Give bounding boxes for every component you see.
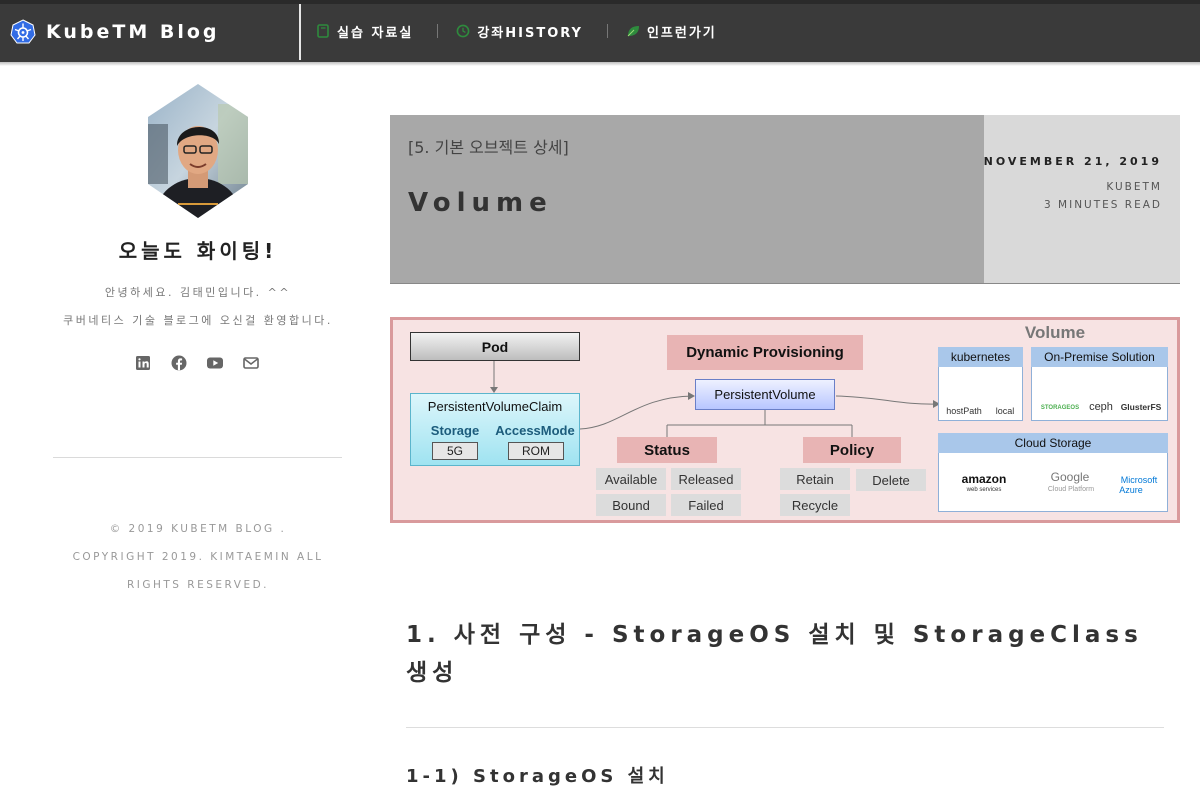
post-title: Volume — [408, 188, 553, 218]
policy-item: Delete — [856, 469, 926, 491]
book-icon — [317, 24, 329, 38]
section-heading: 1. 사전 구성 - StorageOS 설치 및 StorageClass 생… — [406, 622, 1143, 686]
volume-diagram: Volume Pod PersistentVolumeClaim Storage… — [390, 317, 1180, 523]
onprem-panel-title: On-Premise Solution — [1031, 347, 1168, 367]
nav-label: 강좌HISTORY — [477, 25, 583, 41]
status-item: Available — [596, 468, 666, 490]
leaf-icon — [627, 26, 639, 37]
post-date: NOVEMBER 21, 2019 — [983, 155, 1162, 168]
sidebar-intro-line: 쿠버네티스 기술 블로그에 오신걸 환영합니다. — [63, 314, 333, 327]
mail-icon[interactable] — [242, 354, 260, 372]
onprem-item: ceph — [1089, 401, 1113, 413]
pvc-storage-label: Storage — [430, 422, 480, 438]
linkedin-icon[interactable] — [134, 354, 152, 372]
status-item: Bound — [596, 494, 666, 516]
onprem-item: GlusterFS — [1120, 402, 1162, 412]
section-divider — [406, 727, 1164, 728]
policy-item: Recycle — [780, 494, 850, 516]
cloud-item-amazon-sub: web services — [966, 486, 1002, 493]
subsection-heading: 1-1) StorageOS 설치 — [406, 766, 669, 787]
cloud-panel-title: Cloud Storage — [938, 433, 1168, 453]
post-read-time: 3 MINUTES READ — [1044, 199, 1162, 211]
nav-separator — [437, 24, 439, 38]
social-links — [134, 354, 278, 372]
kubernetes-logo-icon — [10, 19, 36, 44]
policy-label: Policy — [803, 437, 901, 463]
pvc-storage-value: 5G — [432, 442, 478, 460]
nav-label: 실습 자료실 — [337, 25, 414, 41]
status-item: Released — [671, 468, 741, 490]
sidebar-intro-line: 안녕하세요. 김태민입니다. ^^ — [104, 286, 292, 299]
navbar-shadow — [0, 62, 1200, 66]
cloud-item-google-sub: Cloud Platform — [1047, 485, 1095, 493]
dynamic-provisioning-label: Dynamic Provisioning — [667, 335, 863, 370]
footer-copyright: © 2019 KUBETM BLOG . — [109, 523, 287, 535]
sidebar-divider — [53, 457, 342, 458]
youtube-icon[interactable] — [206, 354, 224, 372]
pod-box: Pod — [410, 332, 580, 361]
post-author: KUBETM — [1106, 181, 1162, 193]
profile-avatar — [148, 84, 248, 218]
clock-icon — [456, 24, 470, 38]
brand-link[interactable]: KubeTM Blog — [10, 14, 220, 50]
pv-box: PersistentVolume — [695, 379, 835, 410]
nav-item-practice[interactable]: 실습 자료실 — [316, 22, 413, 41]
cloud-item-azure-sub: Azure — [1119, 484, 1143, 495]
status-label: Status — [617, 437, 717, 463]
pvc-label: PersistentVolumeClaim — [427, 398, 563, 414]
kubernetes-panel-title: kubernetes — [938, 347, 1023, 367]
nav-separator — [606, 24, 608, 38]
volume-label: Volume — [1024, 323, 1086, 342]
nav-item-history[interactable]: 강좌HISTORY — [456, 22, 583, 41]
policy-item: Retain — [780, 468, 850, 490]
sidebar-title: 오늘도 화이팅! — [118, 239, 278, 263]
onprem-item: STORAGEOS — [1040, 405, 1080, 411]
cloud-item-amazon: amazon — [961, 472, 1007, 486]
brand-title: KubeTM Blog — [46, 21, 220, 43]
footer-copyright: COPYRIGHT 2019. KIMTAEMIN ALL — [72, 551, 324, 563]
cloud-item-google: Google — [1050, 470, 1090, 484]
kubernetes-item: hostPath — [946, 406, 982, 416]
main-nav: 실습 자료실 강좌HISTORY 인프런가기 — [316, 18, 717, 44]
kubernetes-item: local — [995, 406, 1015, 416]
footer-copyright: RIGHTS RESERVED. — [126, 579, 270, 591]
nav-item-inflearn[interactable]: 인프런가기 — [626, 22, 717, 41]
pvc-access-label: AccessMode — [495, 422, 575, 438]
pvc-access-value: ROM — [508, 442, 564, 460]
post-category[interactable]: [5. 기본 오브젝트 상세] — [408, 134, 569, 158]
facebook-icon[interactable] — [170, 354, 188, 372]
nav-label: 인프런가기 — [646, 25, 717, 41]
status-item: Failed — [671, 494, 741, 516]
brand-divider — [299, 4, 301, 60]
